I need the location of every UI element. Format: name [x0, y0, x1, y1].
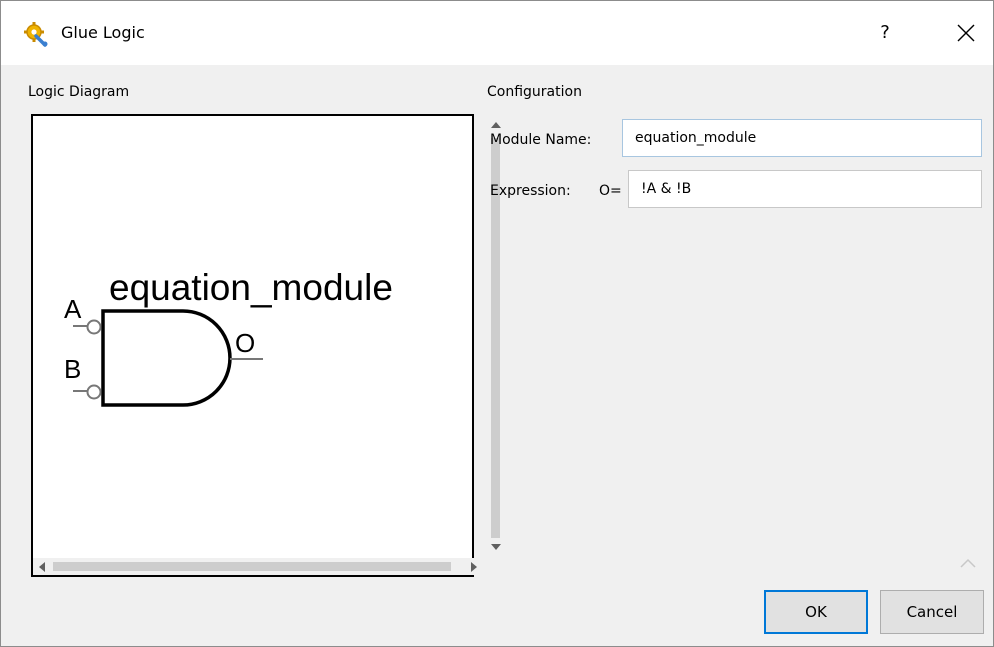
scroll-down-icon[interactable] [491, 544, 501, 550]
logic-diagram-view[interactable]: equation_module A B O [31, 114, 504, 577]
module-name-input[interactable]: equation_module [622, 119, 982, 157]
input-b-inverter [73, 384, 102, 400]
close-icon[interactable] [946, 15, 986, 51]
expression-input[interactable]: !A & !B [628, 170, 982, 208]
title-bar: Glue Logic ? [1, 1, 993, 65]
cancel-button[interactable]: Cancel [880, 590, 984, 634]
window-title: Glue Logic [61, 23, 145, 42]
chevron-up-icon [960, 558, 976, 568]
help-button[interactable]: ? [865, 15, 905, 51]
configuration-label: Configuration [487, 84, 582, 100]
horizontal-scroll-thumb[interactable] [53, 562, 451, 571]
diagram-input-b-label: B [64, 354, 81, 384]
horizontal-scrollbar[interactable] [33, 558, 487, 575]
expression-prefix: O= [599, 183, 622, 199]
logic-diagram-label: Logic Diagram [28, 84, 130, 100]
diagram-output-label: O [235, 328, 255, 358]
and-gate [101, 309, 232, 407]
module-name-label: Module Name: [490, 132, 592, 148]
logic-diagram-canvas: equation_module A B O [64, 267, 393, 407]
scroll-right-icon[interactable] [471, 562, 477, 572]
diagram-module-name: equation_module [109, 267, 393, 308]
diagram-input-a-label: A [64, 294, 82, 324]
scroll-up-icon[interactable] [491, 122, 501, 128]
ok-button[interactable]: OK [764, 590, 868, 634]
gear-wrench-icon [24, 22, 48, 47]
scroll-left-icon[interactable] [39, 562, 45, 572]
expression-label: Expression: [490, 183, 571, 199]
glue-logic-dialog: Glue Logic ? Logic Diagram Configuration… [0, 0, 994, 647]
